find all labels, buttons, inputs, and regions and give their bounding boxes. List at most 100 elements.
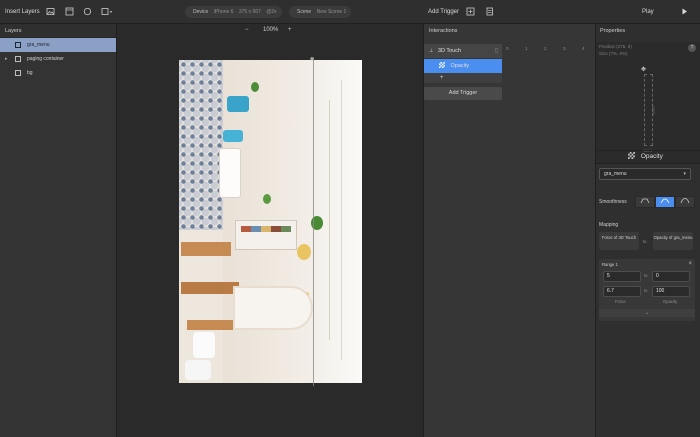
response-label: Opacity [450,63,470,69]
sofa [219,148,241,198]
response-title: Opacity [640,153,663,160]
device-label: Device [193,9,209,15]
response-row-opacity[interactable]: Opacity [424,59,502,73]
wood-chair [181,282,239,294]
frame-layer-icon[interactable] [101,7,113,16]
tile-wall [179,60,223,230]
force-min-field[interactable]: 5 [603,271,641,282]
properties-panel: Properties Position (275, 0) Size (7%, 0… [595,24,700,437]
add-response-icon[interactable] [466,7,475,16]
device-selector[interactable]: Device iPhone 6 375 x 667 @2x [185,6,282,18]
timeline-ruler: 0 1 2 3 4 [504,46,594,54]
mapping-label: Mapping [599,222,619,228]
image-layer-icon[interactable] [46,7,55,16]
image-icon [15,42,21,48]
size-readout: Size (7%, 0%) [599,51,628,56]
position-readout: Position (275, 0) [599,44,632,49]
anchor-icon[interactable]: ✥ [641,66,646,73]
document-icon[interactable] [485,7,494,16]
scene-label: Scene [297,9,312,15]
canvas[interactable]: − 100% + ◆ [117,24,423,437]
device-size: 375 x 667 [238,9,261,15]
wood-chair [187,320,239,330]
trigger-row-3d-touch[interactable]: ⊥ 3D Touch ▯ [424,44,502,58]
white-chair [193,332,215,358]
checker-icon [439,62,445,68]
ruler-tick: 2 [544,46,547,51]
blue-chair [223,130,243,142]
zoom-in-button[interactable]: + [288,27,292,33]
range-card: Range 1 × 5 to 0 6.7 to 100 Force Opacit… [599,259,695,321]
smoothness-medium-button[interactable] [655,196,675,208]
layer-label: paging container [27,56,64,62]
add-trigger-toolbar-button[interactable]: Add Trigger [428,9,459,15]
layers-panel: Layers gra_menu ▸ paging container bg [0,24,117,437]
divider [596,150,700,151]
flowers [297,244,311,260]
play-label[interactable]: Play [642,9,654,15]
trigger-delete-icon[interactable]: ▯ [495,44,498,58]
smoothness-linear-button[interactable] [635,196,655,208]
close-icon[interactable]: × [688,261,692,267]
device-scale: @2x [266,9,277,15]
layer-item-bg[interactable]: bg [0,66,116,80]
layer-icon [15,56,21,62]
guide-handle-icon[interactable]: ◆ [310,57,317,62]
response-header: Opacity [628,152,663,160]
layers-title: Layers [0,24,116,38]
ruler-tick: 0 [506,46,509,51]
zoom-out-button[interactable]: − [245,27,249,33]
circle-layer-icon[interactable] [83,7,92,16]
zoom-control: − 100% + [117,24,423,38]
device-preview-photo [179,60,362,383]
layer-item-paging-container[interactable]: ▸ paging container [0,52,116,66]
layer-icon[interactable] [65,7,74,16]
expand-chevron-icon[interactable]: ⌄ [599,309,695,317]
target-layer-select[interactable]: gra_menu ▾ [599,168,691,180]
interactions-title: Interactions [429,28,458,34]
layer-icon [15,70,21,76]
layer-label: bg [27,70,33,76]
chevron-down-icon: ▾ [683,171,686,177]
blue-chair [227,96,249,112]
zoom-level: 100% [263,27,279,33]
mapping-from[interactable]: Force of 3D Touch [599,232,639,250]
insert-layers-label: Insert Layers [5,9,40,15]
guide-line [313,57,314,386]
play-icon[interactable] [680,7,689,16]
plant [263,194,271,204]
archway [233,286,313,330]
force-max-field[interactable]: 6.7 [603,286,641,297]
preview-height: 100% [651,106,655,116]
books [241,226,291,232]
add-trigger-button[interactable]: Add Trigger [424,87,502,100]
select-value: gra_menu [604,171,627,177]
interactions-panel: Interactions 0 1 2 3 4 ⊥ 3D Touch ▯ Opac… [423,24,595,437]
force-column-label: Force [615,299,626,304]
top-toolbar: Insert Layers Device iPhone 6 375 x 667 … [0,0,700,24]
range-arrow: to [644,288,648,293]
device-value: iPhone 6 [213,9,234,15]
smoothness-label: Smoothness [599,199,627,205]
opacity-max-field[interactable]: 100 [652,286,690,297]
ruler-tick: 4 [582,46,585,51]
add-response-button[interactable]: + [424,73,502,83]
smoothness-smooth-button[interactable] [675,196,695,208]
ruler-tick: 3 [563,46,566,51]
expand-arrow-icon[interactable]: ▸ [5,52,8,66]
range-arrow: to [644,273,648,278]
mapping-arrow: to [643,239,647,244]
touch-icon: ⊥ [429,48,434,54]
trigger-label: 3D Touch [437,48,462,54]
help-icon[interactable]: ? [688,44,696,52]
layer-item-gra-menu[interactable]: gra_menu [0,38,116,52]
mapping-to[interactable]: Opacity of gra_menu [653,232,693,250]
scene-value: New Scene 1 [316,9,347,15]
opacity-min-field[interactable]: 0 [652,271,690,282]
ruler-tick: 1 [525,46,528,51]
range-title: Range 1 [602,262,618,267]
ceiling-rail [329,100,330,340]
scene-selector[interactable]: Scene New Scene 1 [289,6,351,18]
layer-label: gra_menu [27,42,50,48]
layer-preview: Position (275, 0) Size (7%, 0%) ? ✥ 100%… [596,42,700,164]
